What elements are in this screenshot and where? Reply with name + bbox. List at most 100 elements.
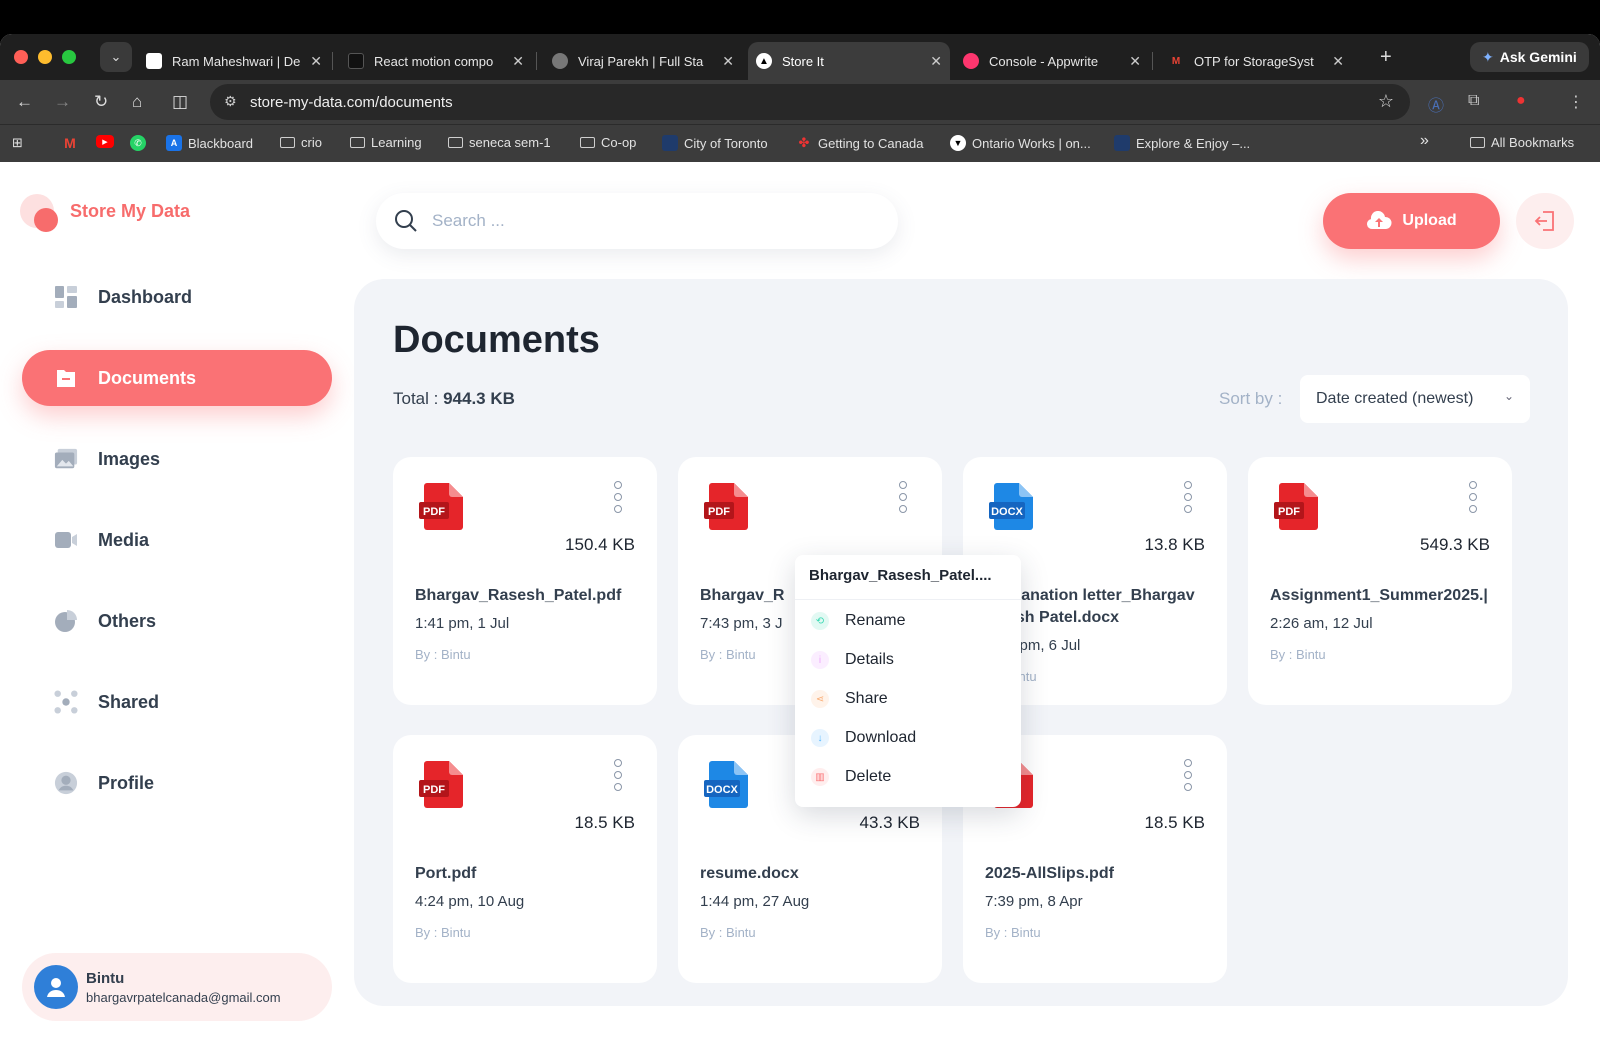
maximize-window-button[interactable] bbox=[62, 50, 76, 64]
apps-grid-icon[interactable]: ⊞ bbox=[12, 135, 23, 151]
address-bar[interactable]: ⚙ store-my-data.com/documents ☆ bbox=[210, 84, 1410, 120]
menu-item-label: Rename bbox=[845, 612, 906, 629]
sort-value: Date created (newest) bbox=[1316, 390, 1474, 407]
menu-item-download[interactable]: ↓ Download bbox=[811, 726, 916, 750]
file-name: resume.docx bbox=[700, 865, 799, 882]
profile-avatar-icon[interactable]: ● bbox=[1516, 92, 1526, 110]
user-email: bhargavrpatelcanada@gmail.com bbox=[86, 989, 281, 1005]
file-card[interactable]: PDF 549.3 KB Assignment1_Summer2025.| 2:… bbox=[1248, 457, 1512, 705]
menu-item-label: Share bbox=[845, 690, 888, 707]
ask-gemini-button[interactable]: ✦ Ask Gemini bbox=[1470, 42, 1589, 72]
forward-icon[interactable]: → bbox=[54, 92, 71, 112]
search-bar[interactable] bbox=[376, 193, 898, 249]
bookmark-coop[interactable]: Co-op bbox=[580, 135, 636, 150]
close-window-button[interactable] bbox=[14, 50, 28, 64]
toronto-icon bbox=[662, 135, 678, 151]
menu-item-share[interactable]: ⋖ Share bbox=[811, 687, 888, 711]
bookmark-learning[interactable]: Learning bbox=[350, 135, 422, 150]
sidebar-item-images[interactable]: Images bbox=[22, 431, 332, 487]
menu-item-delete[interactable]: ▥ Delete bbox=[811, 765, 891, 789]
bookmark-ontario-works[interactable]: ▼ Ontario Works | on... bbox=[950, 135, 1091, 151]
extensions-puzzle-icon[interactable]: ⧉ bbox=[1468, 92, 1479, 110]
tab-2[interactable]: Viraj Parekh | Full Sta ✕ bbox=[544, 42, 742, 80]
youtube-icon: ▶ bbox=[96, 135, 114, 148]
sidebar-item-dashboard[interactable]: Dashboard bbox=[22, 269, 332, 325]
split-view-icon[interactable]: ◫ bbox=[172, 92, 188, 112]
file-owner: By : Bintu bbox=[415, 647, 471, 662]
file-card[interactable]: PDF 18.5 KB Port.pdf 4:24 pm, 10 Aug By … bbox=[393, 735, 657, 983]
extension-icon[interactable]: Ⓐ bbox=[1428, 92, 1444, 116]
close-tab-icon[interactable]: ✕ bbox=[512, 53, 524, 70]
file-date: 7:39 pm, 8 Apr bbox=[985, 893, 1083, 910]
chevron-down-icon: ⌄ bbox=[1503, 389, 1514, 403]
context-menu-title: Bhargav_Rasesh_Patel.... bbox=[809, 567, 992, 584]
docx-file-icon: DOCX bbox=[704, 761, 748, 808]
kebab-menu-icon[interactable] bbox=[1468, 481, 1478, 513]
menu-item-rename[interactable]: ⟲ Rename bbox=[811, 609, 905, 633]
bookmark-star-icon[interactable]: ☆ bbox=[1378, 91, 1394, 112]
bookmarks-overflow-button[interactable]: » bbox=[1420, 132, 1429, 150]
file-name: planation letter_Bhargav bbox=[1007, 587, 1195, 604]
menu-kebab-icon[interactable]: ⋮ bbox=[1568, 92, 1584, 112]
tab-search-button[interactable]: ⌄ bbox=[100, 42, 132, 72]
kebab-menu-icon[interactable] bbox=[613, 481, 623, 513]
bookmark-explore[interactable]: Explore & Enjoy –... bbox=[1114, 135, 1250, 151]
bookmark-blackboard[interactable]: A Blackboard bbox=[166, 135, 253, 151]
tab-4[interactable]: Console - Appwrite ✕ bbox=[955, 42, 1149, 80]
user-card[interactable]: Bintu bhargavrpatelcanada@gmail.com bbox=[22, 953, 332, 1021]
avatar bbox=[34, 965, 78, 1009]
sidebar-item-media[interactable]: Media bbox=[22, 512, 332, 568]
svg-text:DOCX: DOCX bbox=[991, 506, 1023, 518]
bookmark-seneca[interactable]: seneca sem-1 bbox=[448, 135, 551, 150]
bookmark-toronto[interactable]: City of Toronto bbox=[662, 135, 768, 151]
rename-icon: ⟲ bbox=[811, 612, 829, 630]
tab-1[interactable]: React motion compo ✕ bbox=[340, 42, 532, 80]
kebab-menu-icon[interactable] bbox=[898, 481, 908, 513]
reload-icon[interactable]: ↻ bbox=[94, 92, 108, 112]
sort-select[interactable]: Date created (newest) ⌄ bbox=[1300, 375, 1530, 423]
tab-0[interactable]: Ram Maheshwari | De ✕ bbox=[138, 42, 330, 80]
kebab-menu-icon[interactable] bbox=[613, 759, 623, 791]
all-bookmarks-button[interactable]: All Bookmarks bbox=[1470, 135, 1574, 150]
ask-gemini-label: Ask Gemini bbox=[1499, 49, 1577, 65]
search-input[interactable] bbox=[432, 211, 832, 231]
search-icon bbox=[395, 210, 417, 232]
media-icon bbox=[54, 528, 78, 552]
tab-3-active[interactable]: ▲ Store It ✕ bbox=[748, 42, 950, 80]
sidebar-item-profile[interactable]: Profile bbox=[22, 755, 332, 811]
close-tab-icon[interactable]: ✕ bbox=[722, 53, 734, 70]
logo-icon bbox=[20, 194, 58, 232]
youtube-bookmark[interactable]: ▶ bbox=[96, 135, 114, 148]
menu-item-details[interactable]: i Details bbox=[811, 648, 894, 672]
kebab-menu-icon[interactable] bbox=[1183, 481, 1193, 513]
bookmark-crio[interactable]: crio bbox=[280, 135, 322, 150]
sidebar-item-documents[interactable]: Documents bbox=[22, 350, 332, 406]
home-icon[interactable]: ⌂ bbox=[132, 92, 142, 112]
bookmark-label: Explore & Enjoy –... bbox=[1136, 135, 1251, 151]
close-tab-icon[interactable]: ✕ bbox=[1129, 53, 1141, 70]
upload-button[interactable]: Upload bbox=[1323, 193, 1500, 249]
minimize-window-button[interactable] bbox=[38, 50, 52, 64]
tab-5[interactable]: M OTP for StorageSyst ✕ bbox=[1160, 42, 1352, 80]
kebab-menu-icon[interactable] bbox=[1183, 759, 1193, 791]
user-name: Bintu bbox=[86, 969, 125, 987]
new-tab-button[interactable]: + bbox=[1380, 46, 1392, 69]
close-tab-icon[interactable]: ✕ bbox=[310, 53, 322, 70]
bookmark-canada[interactable]: ✤ Getting to Canada bbox=[796, 135, 924, 151]
back-icon[interactable]: ← bbox=[16, 92, 33, 112]
share-icon: ⋖ bbox=[811, 690, 829, 708]
tab-favicon-icon bbox=[146, 53, 162, 69]
brand-logo[interactable]: Store My Data bbox=[20, 194, 190, 232]
file-card[interactable]: PDF 150.4 KB Bhargav_Rasesh_Patel.pdf 1:… bbox=[393, 457, 657, 705]
whatsapp-icon: ✆ bbox=[130, 135, 146, 151]
site-info-icon[interactable]: ⚙ bbox=[224, 93, 237, 110]
close-tab-icon[interactable]: ✕ bbox=[1332, 53, 1344, 70]
logout-button[interactable] bbox=[1516, 193, 1574, 249]
bookmark-label: crio bbox=[301, 135, 322, 150]
gmail-bookmark[interactable]: M bbox=[62, 135, 78, 151]
close-tab-icon[interactable]: ✕ bbox=[930, 53, 942, 70]
file-name: Port.pdf bbox=[415, 865, 477, 882]
sidebar-item-shared[interactable]: Shared bbox=[22, 674, 332, 730]
whatsapp-bookmark[interactable]: ✆ bbox=[130, 135, 146, 151]
sidebar-item-others[interactable]: Others bbox=[22, 593, 332, 649]
